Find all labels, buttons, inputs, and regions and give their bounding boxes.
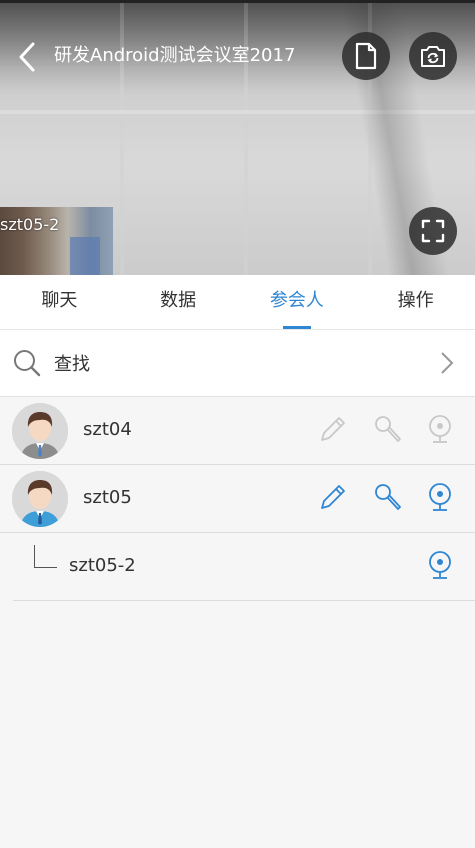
participant-row[interactable]: szt04 [0,397,475,465]
search-icon [14,350,41,377]
tab-data-label: 数据 [160,290,197,311]
tab-chat[interactable]: 聊天 [0,275,119,329]
participant-name: szt05 [83,487,132,508]
tab-data[interactable]: 数据 [119,275,238,329]
avatar [12,471,68,527]
document-icon [355,42,377,70]
tab-participants-label: 参会人 [269,290,324,311]
chevron-right-icon [441,352,454,374]
participant-name: szt05-2 [69,555,136,576]
page-title: 研发Android测试会议室2017 [54,45,296,66]
tab-bar: 聊天 数据 参会人 操作 [0,275,475,330]
back-button[interactable] [14,40,44,74]
avatar [12,403,68,459]
document-button[interactable] [342,32,390,80]
participant-row[interactable]: szt05 [0,465,475,533]
fullscreen-button[interactable] [409,207,457,255]
pencil-icon[interactable] [317,413,349,445]
tab-operations-label: 操作 [397,290,434,311]
search-row[interactable]: 查找 [0,330,475,397]
microphone-icon[interactable] [372,413,404,445]
tree-connector [34,545,57,568]
camera-icon[interactable] [424,481,456,513]
active-tab-indicator [282,326,311,329]
fullscreen-icon [421,219,445,243]
tab-operations[interactable]: 操作 [356,275,475,329]
sub-participant-row[interactable]: szt05-2 [13,533,475,601]
back-arrow-icon [19,42,35,72]
tab-participants[interactable]: 参会人 [238,275,357,329]
microphone-icon[interactable] [372,481,404,513]
tab-chat-label: 聊天 [41,290,78,311]
search-label: 查找 [54,354,90,375]
participant-name: szt04 [83,419,132,440]
status-bar-line [0,0,475,3]
camera-icon[interactable] [424,549,456,581]
camera-switch-button[interactable] [409,32,457,80]
pencil-icon[interactable] [317,481,349,513]
camera-switch-icon [421,46,445,67]
camera-icon[interactable] [424,413,456,445]
thumbnail-label: szt05-2 [0,215,60,234]
video-thumbnail[interactable]: szt05-2 [0,207,113,275]
